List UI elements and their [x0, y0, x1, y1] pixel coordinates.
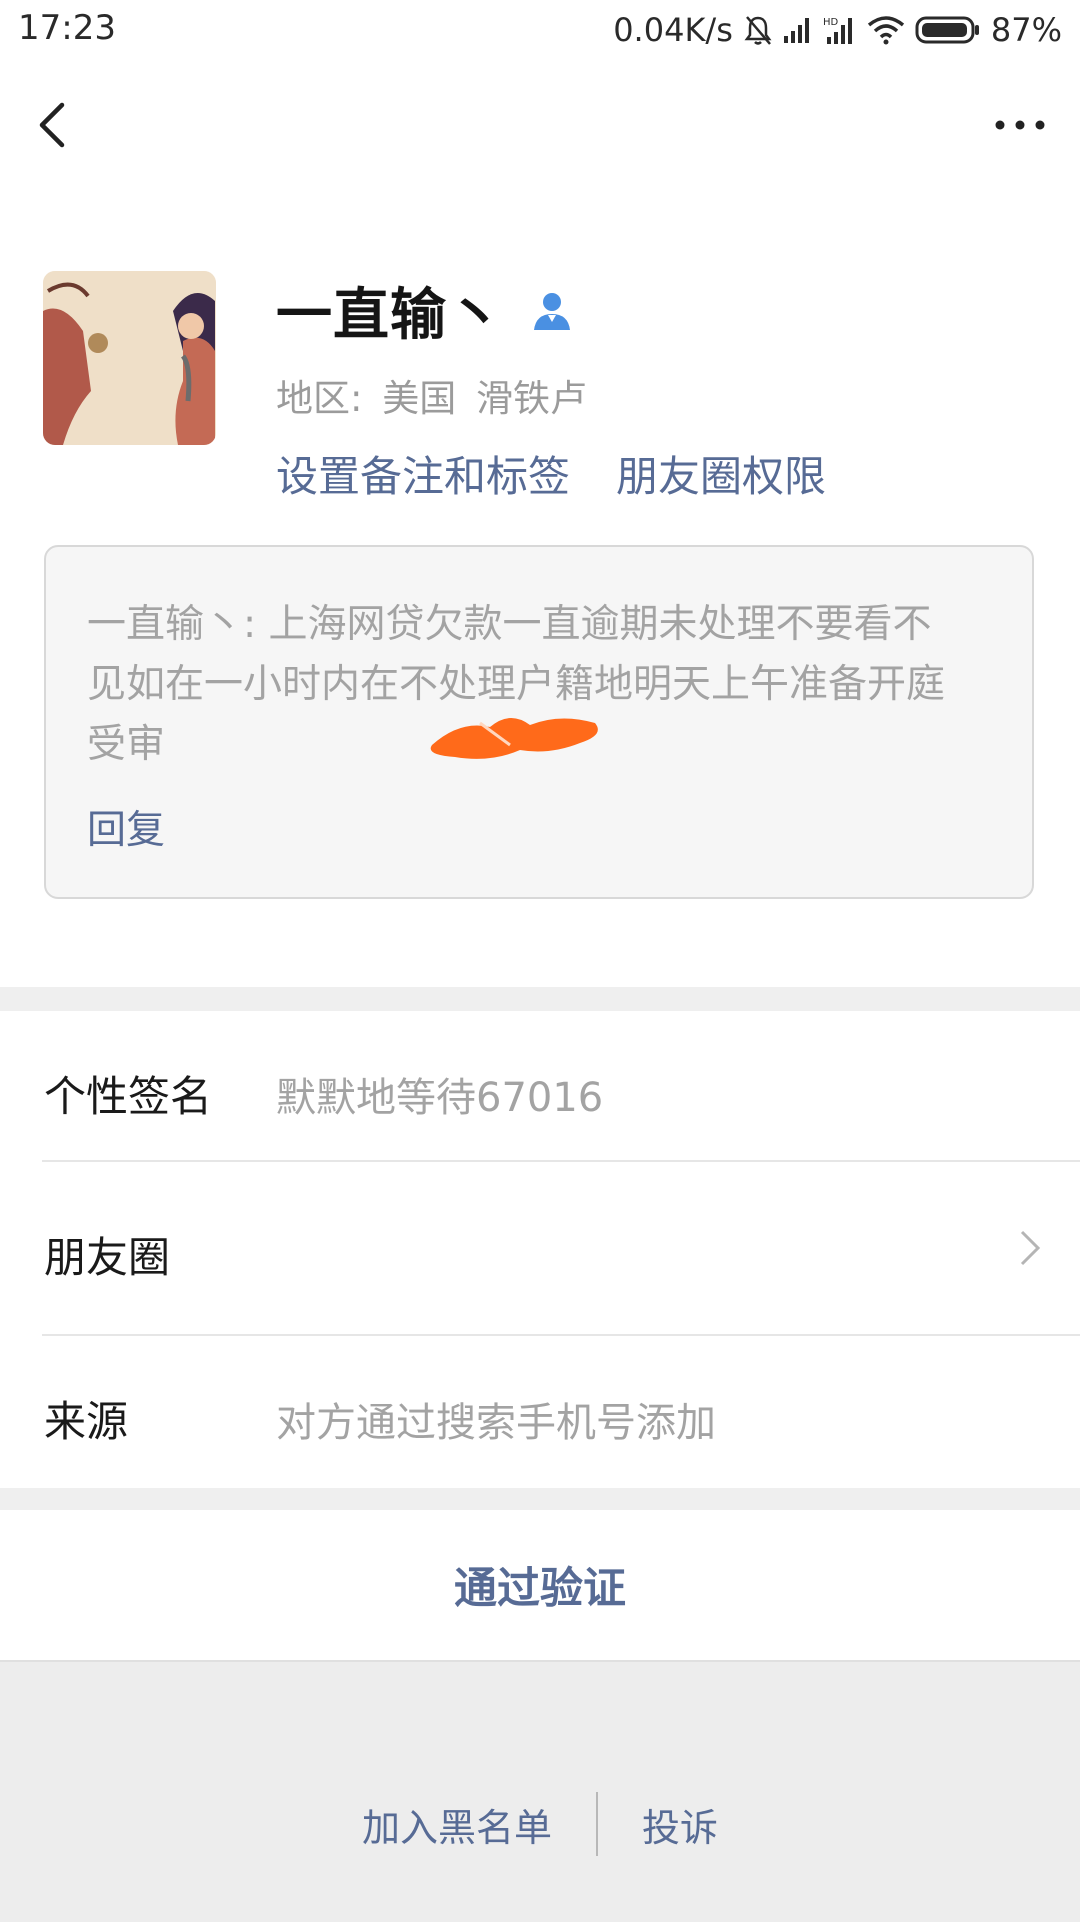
- status-time: 17:23: [18, 8, 116, 48]
- chevron-right-icon: [1020, 1230, 1041, 1266]
- set-remark-link[interactable]: 设置备注和标签: [276, 443, 570, 504]
- region-info: 地区: 美国 滑铁卢: [276, 368, 595, 422]
- verify-button[interactable]: 通过验证: [0, 1510, 1080, 1660]
- network-speed: 0.04K/s: [613, 11, 733, 49]
- more-button[interactable]: [990, 105, 1050, 145]
- profile-links: 设置备注和标签 朋友圈权限: [276, 443, 826, 504]
- status-right-group: 0.04K/s HD 87%: [613, 8, 1062, 52]
- name-row: 一直输丶: [276, 272, 574, 348]
- battery-percent: 87%: [990, 11, 1062, 49]
- section-separator: [0, 987, 1080, 1011]
- back-arrow-icon: [39, 102, 65, 148]
- moments-label: 朋友圈: [44, 1233, 171, 1282]
- source-label: 来源: [44, 1397, 129, 1446]
- source-row: 来源 对方通过搜索手机号添加: [0, 1336, 1080, 1488]
- add-to-blacklist-link[interactable]: 加入黑名单: [362, 1797, 552, 1852]
- section-separator: [0, 1488, 1080, 1510]
- battery-icon: [915, 16, 979, 44]
- avatar-image: [43, 271, 216, 445]
- signature-row: 个性签名 默默地等待67016: [0, 1011, 1080, 1161]
- person-icon: [534, 293, 570, 330]
- status-bar: 17:23 0.04K/s HD 87%: [0, 0, 1080, 62]
- moments-permission-link[interactable]: 朋友圈权限: [616, 443, 826, 504]
- back-button[interactable]: [30, 95, 80, 155]
- signature-label: 个性签名: [44, 1072, 213, 1121]
- moments-row[interactable]: 朋友圈: [0, 1162, 1080, 1334]
- svg-text:HD: HD: [823, 17, 839, 28]
- more-dots-icon: [995, 120, 1045, 130]
- region-city: 滑铁卢: [476, 377, 587, 420]
- mute-icon: [744, 16, 772, 45]
- reply-link[interactable]: 回复: [87, 799, 165, 855]
- wifi-icon: [867, 16, 904, 45]
- avatar[interactable]: [43, 271, 216, 445]
- redaction-scribble: [430, 717, 598, 759]
- region-country: 美国: [382, 377, 457, 420]
- hd-signal-icon: HD: [823, 17, 852, 44]
- region-label: 地区:: [276, 377, 363, 420]
- signature-value: 默默地等待67016: [276, 1075, 604, 1121]
- report-link[interactable]: 投诉: [642, 1797, 718, 1852]
- vertical-divider: [596, 1792, 598, 1856]
- contact-name: 一直输丶: [276, 282, 504, 348]
- bottom-area: [0, 1660, 1080, 1922]
- signal-icon: [783, 18, 809, 43]
- bottom-actions: 加入黑名单 投诉: [0, 1792, 1080, 1856]
- source-value: 对方通过搜索手机号添加: [276, 1400, 716, 1446]
